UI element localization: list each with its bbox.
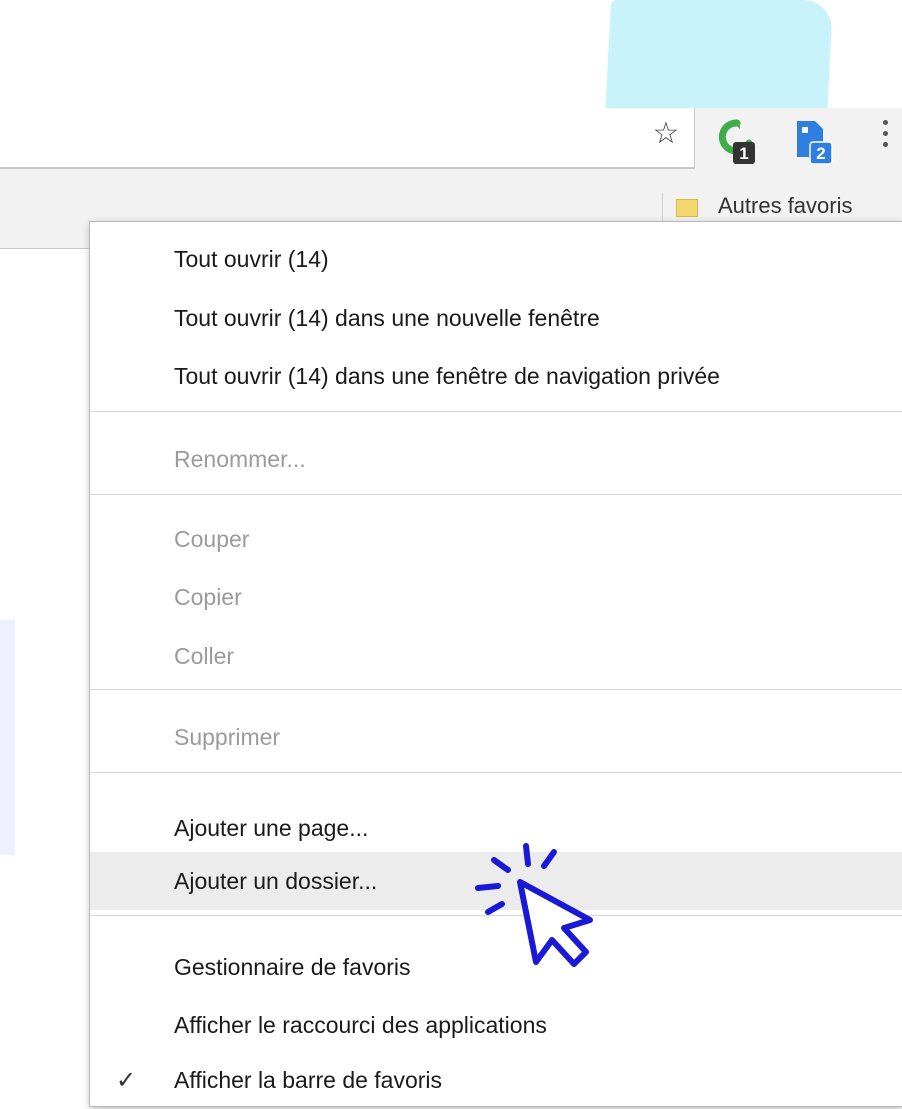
decorative-cyan-shape	[604, 0, 834, 118]
menu-item-label: Supprimer	[174, 724, 281, 750]
menu-item-label: Tout ouvrir (14)	[174, 246, 329, 272]
kebab-menu-icon[interactable]	[880, 120, 890, 154]
menu-item-rename[interactable]: Renommer...	[90, 430, 902, 488]
menu-separator	[90, 494, 902, 495]
menu-separator	[90, 689, 902, 690]
menu-item-open-all-new-window[interactable]: Tout ouvrir (14) dans une nouvelle fenêt…	[90, 289, 902, 347]
menu-item-paste[interactable]: Coller	[90, 627, 902, 685]
bookmark-star-icon[interactable]: ☆	[648, 116, 684, 152]
menu-item-show-bookmarks-bar[interactable]: ✓ Afficher la barre de favoris	[90, 1051, 902, 1109]
extension-document-icon[interactable]: 2	[793, 117, 835, 167]
menu-item-label: Afficher le raccourci des applications	[174, 1012, 547, 1038]
menu-item-label: Tout ouvrir (14) dans une nouvelle fenêt…	[174, 305, 600, 331]
checkmark-icon: ✓	[116, 1066, 137, 1094]
menu-separator	[90, 411, 902, 412]
menu-item-label: Tout ouvrir (14) dans une fenêtre de nav…	[174, 363, 720, 389]
address-bar[interactable]	[0, 108, 695, 169]
menu-item-label: Couper	[174, 526, 250, 552]
other-bookmarks-folder[interactable]: Autres favoris	[718, 193, 853, 219]
menu-item-cut[interactable]: Couper	[90, 510, 902, 568]
menu-item-copy[interactable]: Copier	[90, 568, 902, 626]
menu-item-delete[interactable]: Supprimer	[90, 708, 902, 766]
menu-item-label: Copier	[174, 584, 242, 610]
menu-item-label: Ajouter un dossier...	[174, 868, 378, 894]
menu-item-label: Afficher la barre de favoris	[174, 1067, 443, 1093]
extension-badge-1: 1	[739, 144, 748, 163]
menu-item-show-apps-shortcut[interactable]: Afficher le raccourci des applications	[90, 996, 902, 1054]
decorative-blue-strip-left	[0, 620, 15, 855]
extension-green-icon[interactable]: 1	[716, 117, 758, 167]
menu-item-open-all[interactable]: Tout ouvrir (14)	[90, 230, 902, 288]
bookmarks-bar-divider	[662, 193, 663, 223]
menu-item-label: Gestionnaire de favoris	[174, 954, 411, 980]
click-cursor-icon	[470, 838, 620, 988]
menu-separator	[90, 772, 902, 773]
menu-item-label: Coller	[174, 643, 235, 669]
menu-item-open-all-incognito[interactable]: Tout ouvrir (14) dans une fenêtre de nav…	[90, 347, 902, 405]
extension-badge-2: 2	[816, 144, 825, 163]
menu-item-label: Renommer...	[174, 446, 306, 472]
folder-icon	[676, 199, 698, 217]
menu-item-label: Ajouter une page...	[174, 815, 369, 841]
